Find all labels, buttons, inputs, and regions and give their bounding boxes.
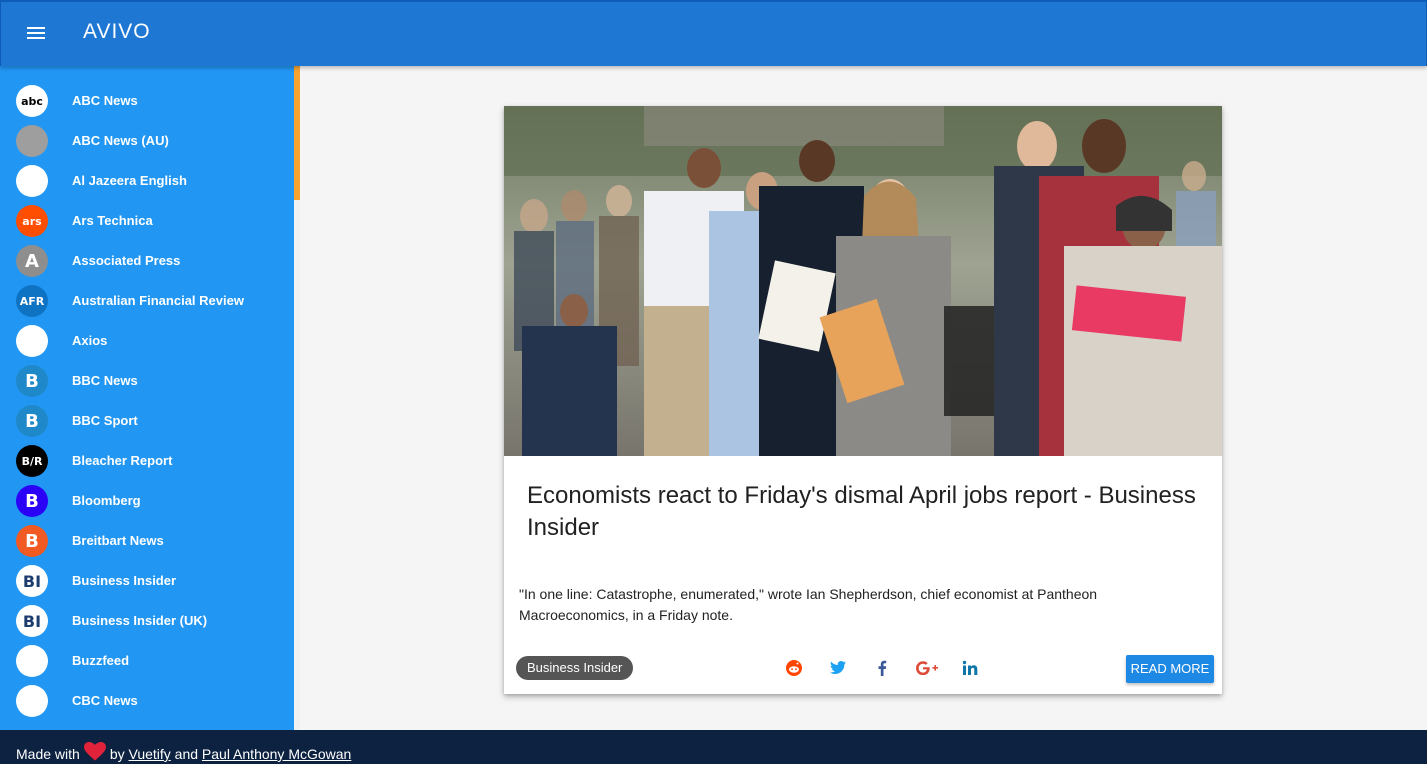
source-logo-icon [16, 685, 48, 717]
reddit-icon[interactable] [784, 658, 804, 678]
sidebar-item-label: Business Insider (UK) [72, 613, 208, 628]
main-content: Economists react to Friday's dismal Apri… [300, 66, 1425, 730]
menu-icon[interactable] [21, 20, 53, 48]
sidebar-item[interactable]: B BBC Sport [0, 401, 294, 441]
sidebar-item-label: Axios [72, 333, 108, 348]
sidebar-item-label: ABC News (AU) [72, 133, 169, 148]
sidebar-item[interactable]: Al Jazeera English [0, 161, 294, 201]
facebook-icon[interactable] [872, 658, 892, 678]
source-logo-icon [16, 325, 48, 357]
source-logo-icon: B [16, 365, 48, 397]
sidebar-item[interactable]: B Bloomberg [0, 481, 294, 521]
sidebar-item-label: ABC News [72, 93, 138, 108]
app-title: AVIVO [83, 20, 151, 43]
source-logo-icon: B [16, 405, 48, 437]
sidebar-item-label: BBC Sport [72, 413, 138, 428]
sidebar-item-label: Bleacher Report [72, 453, 173, 468]
sidebar-item-label: CBC News [72, 693, 138, 708]
sidebar-item[interactable]: AFR Australian Financial Review [0, 281, 294, 321]
sidebar-item[interactable]: ars Ars Technica [0, 201, 294, 241]
article-summary: "In one line: Catastrophe, enumerated," … [519, 586, 1098, 623]
source-logo-icon: BI [16, 565, 48, 597]
footer-made-with: Made with [16, 746, 80, 762]
source-logo-icon [16, 125, 48, 157]
sidebar-item[interactable]: BI Business Insider [0, 561, 294, 601]
sidebar-item[interactable]: A Associated Press [0, 241, 294, 281]
sidebar-item-label: Associated Press [72, 253, 181, 268]
source-logo-icon [16, 645, 48, 677]
source-logo-icon: AFR [16, 285, 48, 317]
sidebar-item-label: Al Jazeera English [72, 173, 187, 188]
sidebar-item[interactable]: B BBC News [0, 361, 294, 401]
read-more-button[interactable]: READ MORE [1126, 655, 1214, 683]
sidebar-item-label: Business Insider [72, 573, 177, 588]
linkedin-icon[interactable] [960, 658, 980, 678]
source-logo-icon: ars [16, 205, 48, 237]
sidebar-item-label: Ars Technica [72, 213, 153, 228]
sidebar-item[interactable]: abc ABC News [0, 81, 294, 121]
footer: Made with by Vuetify and Paul Anthony McG… [0, 730, 1427, 764]
sidebar-item[interactable]: ABC News (AU) [0, 121, 294, 161]
sidebar-item-label: Australian Financial Review [72, 293, 244, 308]
sidebar-item-label: Buzzfeed [72, 653, 130, 668]
vuetify-link[interactable]: Vuetify [129, 746, 171, 762]
article-image [504, 106, 1222, 456]
source-logo-icon: BI [16, 605, 48, 637]
source-logo-icon [16, 165, 48, 197]
sidebar-item[interactable]: CBC News [0, 681, 294, 721]
author-link[interactable]: Paul Anthony McGowan [202, 746, 351, 762]
footer-by: by [109, 746, 125, 762]
article-headline[interactable]: Economists react to Friday's dismal Apri… [527, 480, 1207, 544]
footer-credit: Made with by Vuetify and Paul Anthony McG… [16, 742, 351, 764]
heart-icon [83, 742, 106, 764]
footer-and: and [174, 746, 199, 762]
sidebar-item-label: Breitbart News [72, 533, 164, 548]
sidebar-item[interactable]: B/R Bleacher Report [0, 441, 294, 481]
app-toolbar: AVIVO [0, 0, 1427, 66]
sources-sidebar: abc ABC News ABC News (AU) Al Jazeera Engli… [0, 66, 294, 730]
source-logo-icon: A [16, 245, 48, 277]
source-chip[interactable]: Business Insider [516, 656, 634, 680]
source-logo-icon: B/R [16, 445, 48, 477]
source-logo-icon: B [16, 485, 48, 517]
article-card: Economists react to Friday's dismal Apri… [504, 106, 1222, 694]
sidebar-item[interactable]: Axios [0, 321, 294, 361]
source-logo-icon: abc [16, 85, 48, 117]
sidebar-item-label: Bloomberg [72, 493, 141, 508]
sidebar-item-label: BBC News [72, 373, 138, 388]
sidebar-item[interactable]: B Breitbart News [0, 521, 294, 561]
google-plus-icon[interactable] [915, 658, 939, 678]
sidebar-item[interactable]: BI Business Insider (UK) [0, 601, 294, 641]
twitter-icon[interactable] [828, 658, 848, 678]
source-logo-icon: B [16, 525, 48, 557]
sidebar-item[interactable]: Buzzfeed [0, 641, 294, 681]
